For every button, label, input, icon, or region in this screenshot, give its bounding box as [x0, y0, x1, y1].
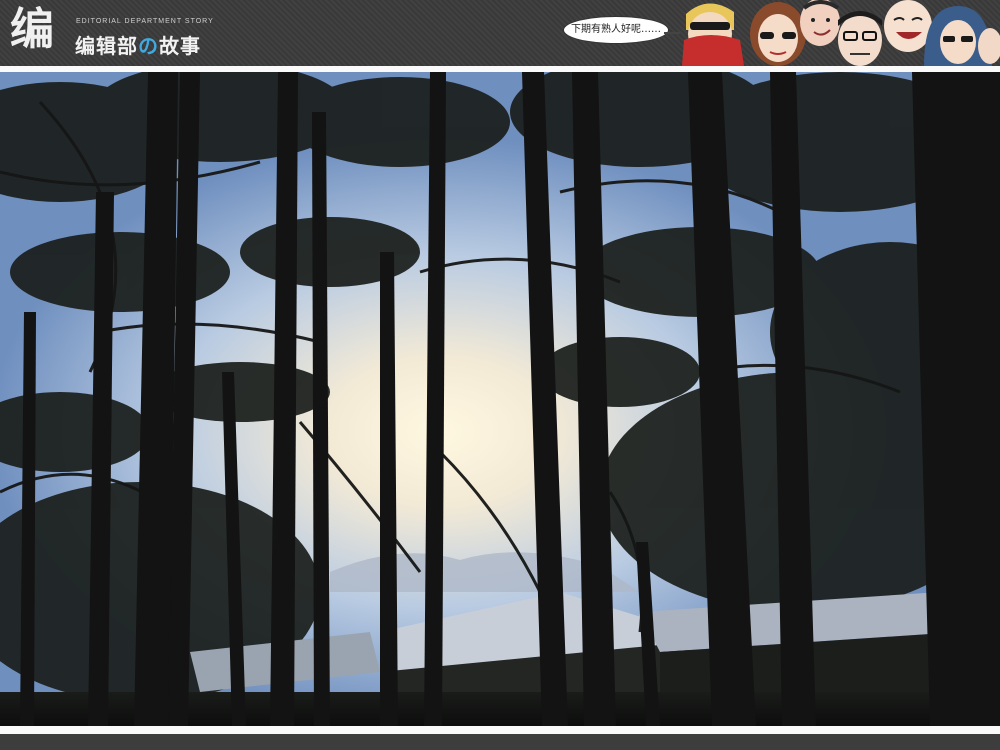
site-footer: [0, 734, 1000, 750]
speech-bubble: 下期有熟人好呢……: [563, 16, 669, 44]
forest-photo: [0, 72, 1000, 726]
forest-photo-drawing: [0, 72, 1000, 726]
logo-title-accent: の: [138, 34, 159, 58]
sunglasses-woman-character-icon: [750, 2, 806, 66]
logo-subtitle: EDITORIAL DEPARTMENT STORY: [76, 18, 214, 25]
hooded-woman-character-icon: [924, 6, 1000, 66]
character-faces: [682, 0, 1000, 66]
bald-laughing-character-icon: [884, 0, 932, 52]
smirking-man-character-icon: [800, 0, 840, 46]
logo-title-part2: 故事: [159, 34, 201, 58]
logo-title-part1: 编辑部: [75, 34, 138, 58]
logo-title[interactable]: 编辑部の故事: [75, 30, 201, 59]
site-header: 编 EDITORIAL DEPARTMENT STORY 编辑部の故事 下期有熟…: [0, 0, 1000, 66]
footer-divider: [0, 726, 1000, 734]
logo-glyph[interactable]: 编: [10, 4, 68, 56]
scarf-masked-character-icon: [682, 3, 744, 66]
glasses-man-character-icon: [838, 11, 882, 66]
